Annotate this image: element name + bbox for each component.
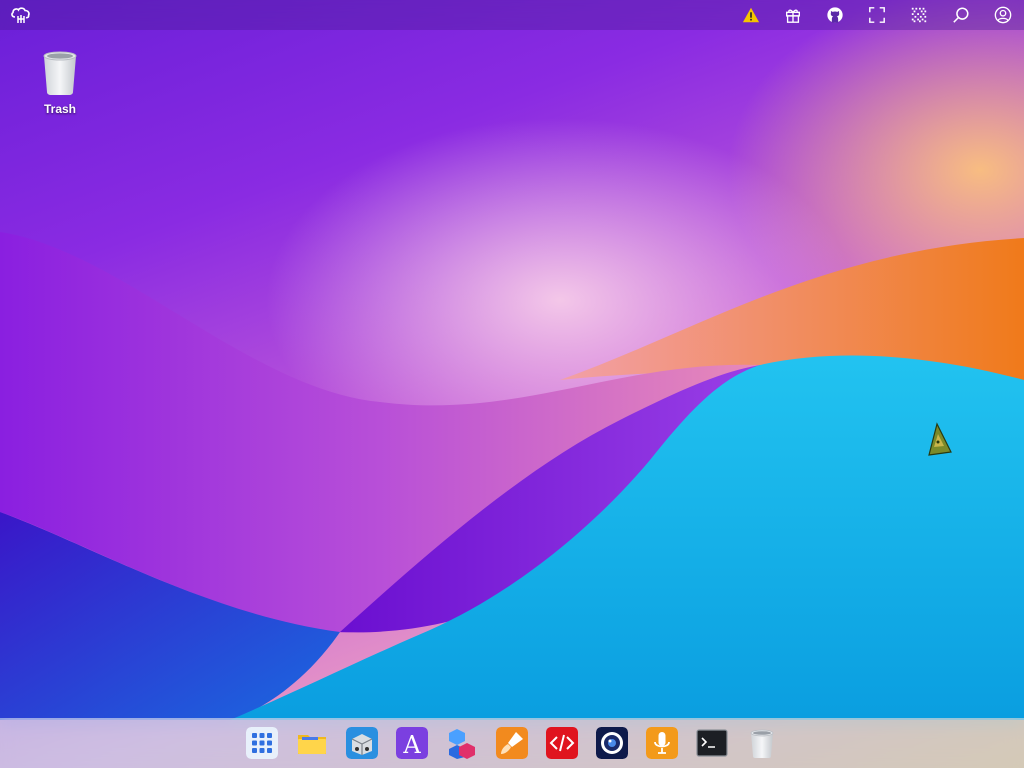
search-icon[interactable]	[950, 4, 972, 26]
code-editor-icon[interactable]	[546, 727, 578, 759]
cubes-app-icon[interactable]	[446, 727, 478, 759]
cloud-logo-icon[interactable]	[10, 5, 32, 25]
wallpaper-waves	[0, 232, 1024, 720]
mouse-cursor-icon	[925, 422, 953, 456]
voice-recorder-icon[interactable]	[646, 727, 678, 759]
warning-icon[interactable]	[740, 4, 762, 26]
svg-text:A: A	[402, 731, 421, 759]
user-account-icon[interactable]	[992, 4, 1014, 26]
terminal-icon[interactable]	[696, 727, 728, 759]
desktop-wallpaper	[0, 0, 1024, 768]
camera-app-icon[interactable]	[596, 727, 628, 759]
trash-icon	[43, 51, 77, 95]
font-viewer-icon[interactable]: A	[396, 727, 428, 759]
system-tray	[720, 0, 1014, 30]
desktop-trash-label: Trash	[43, 102, 76, 116]
paint-brush-app-icon[interactable]	[496, 727, 528, 759]
package-store-icon[interactable]	[346, 727, 378, 759]
fullscreen-icon[interactable]	[866, 4, 888, 26]
dock: A	[0, 718, 1024, 768]
gift-icon[interactable]	[782, 4, 804, 26]
file-manager-icon[interactable]	[296, 727, 328, 759]
dock-trash-icon[interactable]	[746, 727, 778, 759]
desktop-trash[interactable]: Trash	[30, 48, 90, 116]
github-icon[interactable]	[824, 4, 846, 26]
app-launcher-icon[interactable]	[246, 727, 278, 759]
top-bar	[0, 0, 1024, 30]
qr-code-icon[interactable]	[908, 4, 930, 26]
